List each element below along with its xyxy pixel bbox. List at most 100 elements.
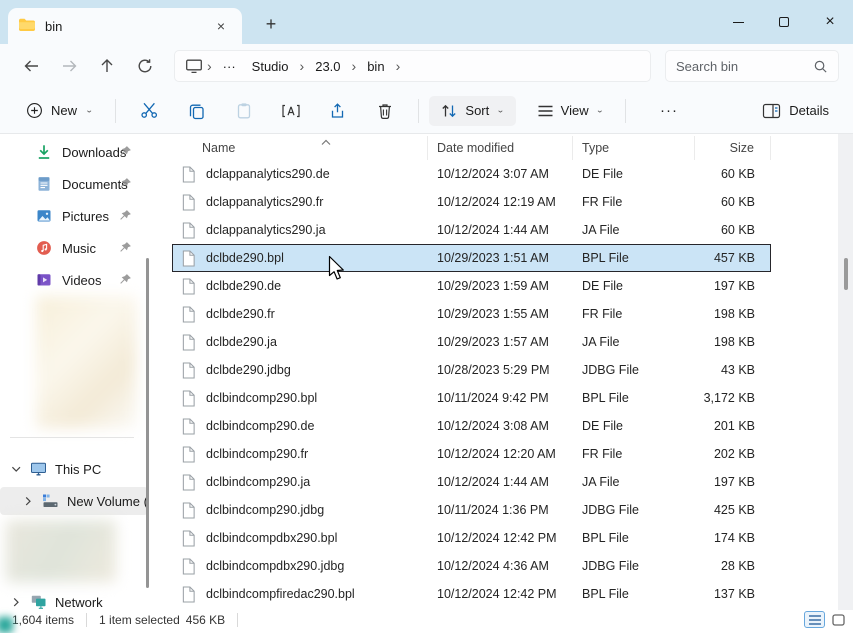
maximize-button[interactable] bbox=[761, 0, 807, 44]
file-name: dclbindcompdbx290.bpl bbox=[206, 531, 337, 545]
minimize-button[interactable] bbox=[715, 0, 761, 44]
file-type: DE File bbox=[573, 167, 695, 181]
file-row[interactable]: dclbindcomp290.bpl10/11/2024 9:42 PMBPL … bbox=[172, 384, 771, 412]
file-icon bbox=[181, 586, 196, 603]
paste-button[interactable] bbox=[220, 93, 267, 129]
file-row[interactable]: dclbde290.jdbg10/28/2023 5:29 PMJDBG Fil… bbox=[172, 356, 771, 384]
breadcrumb[interactable]: › ··· Studio › 23.0 › bin › bbox=[174, 50, 651, 82]
file-size: 201 KB bbox=[695, 419, 771, 433]
search-input[interactable] bbox=[676, 59, 807, 74]
file-row[interactable]: dclbindcompfiredac290.bpl10/12/2024 12:4… bbox=[172, 580, 771, 608]
breadcrumb-segment-studio[interactable]: Studio bbox=[245, 57, 296, 76]
rename-button[interactable] bbox=[267, 93, 314, 129]
file-icon bbox=[181, 418, 196, 435]
pin-icon bbox=[119, 177, 132, 193]
sidebar-item-documents[interactable]: Documents bbox=[0, 168, 160, 200]
forward-button[interactable] bbox=[52, 50, 86, 82]
file-row[interactable]: dclbindcomp290.fr10/12/2024 12:20 AMFR F… bbox=[172, 440, 771, 468]
more-options-button[interactable]: ··· bbox=[650, 96, 688, 125]
refresh-button[interactable] bbox=[128, 50, 162, 82]
details-pane-label: Details bbox=[789, 103, 829, 118]
chevron-right-icon[interactable] bbox=[22, 496, 34, 506]
file-date: 10/12/2024 12:42 PM bbox=[428, 531, 573, 545]
file-type: DE File bbox=[573, 419, 695, 433]
sidebar-scrollbar[interactable] bbox=[146, 258, 149, 588]
file-type: FR File bbox=[573, 307, 695, 321]
view-button[interactable]: View ⌄ bbox=[526, 96, 615, 125]
file-row[interactable]: dclbindcomp290.de10/12/2024 3:08 AMDE Fi… bbox=[172, 412, 771, 440]
file-name: dclappanalytics290.ja bbox=[206, 223, 326, 237]
share-button[interactable] bbox=[314, 93, 361, 129]
chevron-down-icon: ⌄ bbox=[596, 106, 604, 115]
search-box[interactable] bbox=[665, 50, 839, 82]
file-row[interactable]: dclbde290.fr10/29/2023 1:55 AMFR File198… bbox=[172, 300, 771, 328]
file-row[interactable]: dclbindcomp290.ja10/12/2024 1:44 AMJA Fi… bbox=[172, 468, 771, 496]
explorer-tab[interactable]: bin × bbox=[8, 8, 242, 44]
copy-button[interactable] bbox=[173, 93, 220, 129]
new-button[interactable]: New ⌄ bbox=[14, 95, 105, 126]
sort-button[interactable]: Sort ⌄ bbox=[429, 96, 515, 126]
sort-ascending-icon[interactable] bbox=[320, 135, 332, 149]
breadcrumb-overflow[interactable]: ··· bbox=[216, 57, 243, 76]
back-button[interactable] bbox=[14, 50, 48, 82]
file-name: dclbindcompdbx290.jdbg bbox=[206, 559, 344, 573]
file-row[interactable]: dclbde290.bpl10/29/2023 1:51 AMBPL File4… bbox=[172, 244, 771, 272]
file-date: 10/12/2024 4:36 AM bbox=[428, 559, 573, 573]
scrollbar-track[interactable] bbox=[838, 134, 853, 610]
sort-button-label: Sort bbox=[465, 103, 489, 118]
column-header-size[interactable]: Size bbox=[695, 136, 771, 160]
chevron-down-icon[interactable] bbox=[10, 464, 22, 474]
status-bar: 1,604 items 1 item selected456 KB bbox=[0, 610, 853, 629]
file-row[interactable]: dclbindcompdbx290.bpl 10/12/2024 12:42 PM… bbox=[172, 524, 771, 552]
file-date: 10/12/2024 12:19 AM bbox=[428, 195, 573, 209]
delete-button[interactable] bbox=[361, 93, 408, 129]
blurred-thumbnail bbox=[36, 296, 136, 428]
file-type: JDBG File bbox=[573, 363, 695, 377]
file-type: JA File bbox=[573, 223, 695, 237]
file-name-cell: dclbde290.fr bbox=[172, 306, 428, 323]
cut-button[interactable] bbox=[126, 93, 173, 129]
file-name-cell: dclappanalytics290.ja bbox=[172, 222, 428, 239]
up-icon bbox=[99, 58, 115, 74]
column-header-name[interactable]: Name bbox=[172, 136, 428, 160]
file-row[interactable]: dclbindcompdbx290.jdbg 10/12/2024 4:36 AM… bbox=[172, 552, 771, 580]
up-button[interactable] bbox=[90, 50, 124, 82]
breadcrumb-segment-23[interactable]: 23.0 bbox=[308, 57, 347, 76]
sidebar-item-downloads[interactable]: Downloads bbox=[0, 136, 160, 168]
documents-icon bbox=[36, 176, 52, 192]
sidebar-item-music[interactable]: Music bbox=[0, 232, 160, 264]
file-row[interactable]: dclbindcomp290.jdbg10/11/2024 1:36 PMJDB… bbox=[172, 496, 771, 524]
scrollbar-thumb[interactable] bbox=[844, 258, 848, 290]
sidebar-item-label: Music bbox=[62, 241, 96, 256]
sidebar-item-videos[interactable]: Videos bbox=[0, 264, 160, 296]
file-row[interactable]: dclappanalytics290.ja10/12/2024 1:44 AMJ… bbox=[172, 216, 771, 244]
file-name: dclappanalytics290.fr bbox=[206, 195, 323, 209]
icons-view-toggle[interactable] bbox=[828, 611, 849, 628]
sidebar-item-this-pc[interactable]: This PC bbox=[0, 455, 148, 483]
this-pc-icon[interactable] bbox=[185, 58, 203, 74]
column-header-date-modified[interactable]: Date modified bbox=[428, 136, 573, 160]
details-view-toggle[interactable] bbox=[804, 611, 825, 628]
maximize-icon bbox=[779, 17, 789, 27]
new-tab-button[interactable]: + bbox=[258, 11, 284, 37]
file-size: 198 KB bbox=[695, 335, 771, 349]
search-icon[interactable] bbox=[813, 59, 828, 74]
file-name: dclbde290.fr bbox=[206, 307, 275, 321]
tab-close-icon[interactable]: × bbox=[210, 15, 232, 37]
file-icon bbox=[181, 390, 196, 407]
breadcrumb-segment-bin[interactable]: bin bbox=[360, 57, 391, 76]
file-size: 60 KB bbox=[695, 195, 771, 209]
file-row[interactable]: dclbde290.ja10/29/2023 1:57 AMJA File198… bbox=[172, 328, 771, 356]
details-pane-button[interactable]: Details bbox=[752, 96, 839, 126]
file-name: dclbindcomp290.jdbg bbox=[206, 503, 324, 517]
sidebar-item-pictures[interactable]: Pictures bbox=[0, 200, 160, 232]
file-row[interactable]: dclbde290.de10/29/2023 1:59 AMDE File197… bbox=[172, 272, 771, 300]
chevron-right-icon[interactable] bbox=[10, 597, 22, 607]
downloads-icon bbox=[36, 144, 52, 160]
file-row[interactable]: dclappanalytics290.de10/12/2024 3:07 AMD… bbox=[172, 160, 771, 188]
close-button[interactable]: × bbox=[807, 0, 853, 44]
file-row[interactable]: dclappanalytics290.fr 10/12/2024 12:19 AM… bbox=[172, 188, 771, 216]
plus-circle-icon bbox=[26, 102, 43, 119]
sidebar-item-new-volume[interactable]: New Volume ( bbox=[0, 487, 148, 515]
column-header-type[interactable]: Type bbox=[573, 136, 695, 160]
